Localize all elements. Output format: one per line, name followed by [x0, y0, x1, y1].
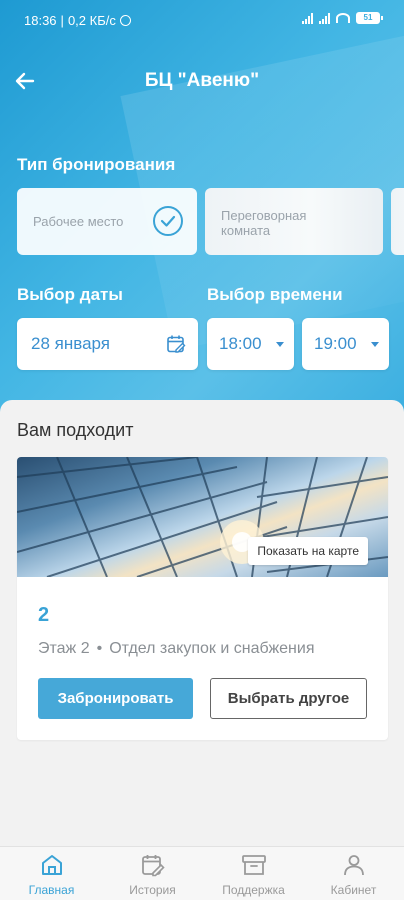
booking-type-label: Тип бронирования	[17, 155, 176, 174]
time-to-select[interactable]: 19:00	[302, 318, 389, 370]
hero-background: 18:36 | 0,2 КБ/с 51 БЦ "Авеню" Тип брони…	[0, 0, 404, 430]
department-label: Отдел закупок и снабжения	[109, 640, 315, 657]
battery-icon: 51	[356, 12, 383, 24]
nav-label-history: История	[129, 883, 176, 897]
chevron-down-icon	[276, 342, 284, 347]
building-photo: Показать на карте	[17, 457, 388, 577]
time-from-value: 18:00	[219, 334, 262, 353]
nav-label-home: Главная	[28, 883, 75, 897]
alarm-icon	[119, 15, 131, 26]
check-circle-icon	[153, 206, 183, 236]
separator-dot: •	[96, 640, 103, 657]
place-number: 2	[38, 604, 50, 626]
status-time: 18:36	[24, 13, 57, 28]
nav-item-support[interactable]: Поддержка	[203, 853, 304, 897]
nav-item-profile[interactable]: Кабинет	[303, 853, 404, 897]
results-title: Вам подходит	[17, 420, 134, 440]
nav-label-profile: Кабинет	[330, 883, 377, 897]
nav-item-history[interactable]: История	[102, 853, 203, 897]
calendar-edit-icon	[167, 335, 186, 353]
history-icon	[141, 855, 165, 877]
signal-icon	[302, 12, 313, 24]
time-to-value: 19:00	[314, 334, 357, 353]
home-icon	[41, 855, 62, 875]
support-icon	[241, 855, 266, 875]
status-bar: 18:36 | 0,2 КБ/с 51	[0, 0, 404, 40]
results-sheet: Вам подходит Показать на карте 2 Этаж 2 …	[0, 400, 404, 846]
nav-item-home[interactable]: Главная	[1, 853, 102, 897]
date-label: Выбор даты	[17, 285, 123, 304]
booking-type-meeting-room-label: Переговорная комната	[221, 208, 307, 238]
place-info: Этаж 2 • Отдел закупок и снабжения	[38, 640, 315, 658]
time-from-select[interactable]: 18:00	[207, 318, 294, 370]
show-on-map-button[interactable]: Показать на карте	[248, 537, 368, 565]
booking-type-option-3[interactable]	[391, 188, 404, 255]
bottom-nav: Главная История Поддержка Кабинет	[0, 846, 404, 900]
status-network-speed: 0,2 КБ/с	[67, 13, 116, 28]
signal-icon	[319, 12, 330, 24]
nav-label-support: Поддержка	[222, 883, 285, 897]
choose-other-button[interactable]: Выбрать другое	[210, 678, 367, 719]
booking-type-workplace[interactable]: Рабочее место	[17, 188, 197, 255]
date-value: 28 января	[31, 334, 110, 353]
time-label: Выбор времени	[207, 285, 343, 304]
booking-type-meeting-room[interactable]: Переговорная комната	[205, 188, 383, 255]
date-picker[interactable]: 28 января	[17, 318, 198, 370]
floor-label: Этаж 2	[38, 640, 90, 657]
book-button[interactable]: Забронировать	[38, 678, 193, 719]
result-card: Показать на карте 2 Этаж 2 • Отдел закупок…	[17, 457, 388, 740]
booking-type-workplace-label: Рабочее место	[33, 214, 124, 229]
profile-icon	[343, 855, 364, 876]
wifi-icon	[336, 13, 350, 23]
chevron-down-icon	[371, 342, 379, 347]
page-title: БЦ "Авеню"	[144, 70, 260, 91]
